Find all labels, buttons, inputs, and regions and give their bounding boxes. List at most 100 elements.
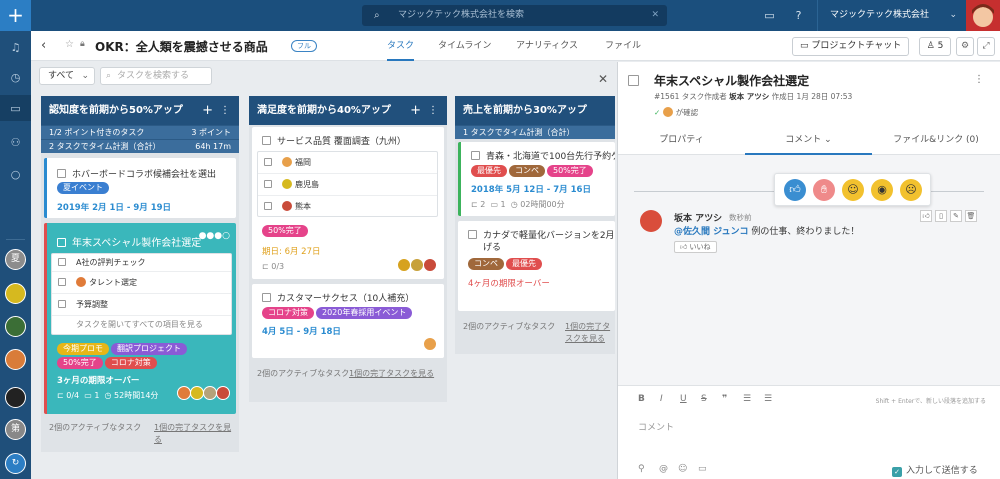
checklist-item[interactable]: 福岡 — [258, 152, 437, 174]
help-icon[interactable]: ? — [791, 8, 806, 23]
like-button[interactable]: 👍︎ いいね — [674, 241, 717, 253]
tab-properties[interactable]: プロパティ — [618, 127, 745, 155]
clap-icon[interactable]: ✋︎ — [813, 179, 835, 201]
plus-icon[interactable]: + — [0, 0, 31, 31]
tab-comments[interactable]: コメント ⌄ — [745, 127, 872, 155]
tab-files-links[interactable]: ファイル&リンク (0) — [872, 127, 1000, 155]
tag[interactable]: コロナ対策 — [104, 357, 157, 369]
checklist-checkbox[interactable] — [264, 202, 272, 210]
sidebar-avatar-natsu[interactable]: 夏 — [5, 249, 26, 270]
folder-icon[interactable]: ▭ — [7, 100, 24, 117]
emoji-icon[interactable]: ☺ — [678, 464, 687, 474]
sidebar-avatar-dai[interactable]: 第 — [5, 419, 26, 440]
tag[interactable]: 夏イベント — [57, 182, 109, 194]
tag[interactable]: コンペ — [509, 165, 545, 177]
tag[interactable]: 翻訳プロジェクト — [111, 343, 187, 355]
more-icon[interactable]: ⋮ — [220, 96, 230, 125]
laugh-icon[interactable]: ☺ — [842, 179, 864, 201]
tag[interactable]: 50%完了 — [57, 357, 103, 369]
tab-files[interactable]: ファイル — [605, 31, 641, 61]
assignee-avatar[interactable] — [177, 386, 191, 400]
enter-to-send-toggle[interactable]: ✓ 入力して送信する — [892, 463, 978, 477]
tag[interactable]: コンペ — [468, 258, 504, 270]
task-search-input[interactable]: ⌕ タスクを検索する — [100, 67, 212, 85]
members-button[interactable]: ♙ 5 — [919, 37, 951, 56]
gif-icon[interactable]: ▭ — [698, 464, 707, 474]
task-card-selected[interactable]: 年末スペシャル製作会社選定 ●●●○ A社の評判チェック タレント選定 予算調整… — [44, 223, 236, 414]
add-task-icon[interactable]: + — [202, 96, 213, 125]
bookmark-icon[interactable]: ▯ — [935, 210, 947, 222]
task-card[interactable]: サービス品質 覆面調査（九州） 福岡 鹿児島 熊本 50%完了 期日: 6月 2… — [252, 127, 444, 279]
edit-icon[interactable]: ✎ — [950, 210, 962, 222]
bullet-list-icon[interactable]: ☰ — [764, 394, 772, 404]
sad-icon[interactable]: ☹ — [900, 179, 922, 201]
star-icon[interactable]: ☆ — [65, 39, 74, 50]
task-checkbox[interactable] — [468, 230, 477, 239]
bell-icon[interactable]: ♫ — [7, 39, 24, 56]
checklist-item[interactable]: 予算調整 — [52, 294, 231, 316]
task-checkbox[interactable] — [262, 136, 271, 145]
mention-icon[interactable]: @ — [659, 464, 668, 474]
thumbs-up-icon[interactable]: 👍︎ — [784, 179, 806, 201]
close-panel-icon[interactable]: ✕ — [598, 72, 612, 86]
global-search-input[interactable]: ⌕ マジックテック株式会社を検索 ✕ — [362, 5, 667, 26]
tag[interactable]: 50%完了 — [262, 225, 308, 237]
tab-timeline[interactable]: タイムライン — [438, 31, 491, 61]
react-icon[interactable]: 👍︎ — [920, 210, 932, 222]
checklist-checkbox[interactable] — [58, 278, 66, 286]
project-chat-button[interactable]: ▭ プロジェクトチャット — [792, 37, 910, 56]
surprised-icon[interactable]: ◉ — [871, 179, 893, 201]
clock-icon[interactable]: ◷ — [7, 69, 24, 86]
tag[interactable]: コロナ対策 — [262, 307, 314, 319]
clear-search-icon[interactable]: ✕ — [651, 5, 659, 26]
assignee-avatar[interactable] — [423, 258, 437, 272]
bold-icon[interactable]: B — [638, 394, 645, 404]
sidebar-avatar-user2[interactable] — [5, 316, 26, 337]
tag[interactable]: 2020年春採用イベント — [316, 307, 413, 319]
pin-icon[interactable]: ⤢ — [977, 37, 995, 56]
task-checkbox[interactable] — [57, 238, 66, 247]
sidebar-avatar-user3[interactable] — [5, 349, 26, 370]
task-complete-checkbox[interactable] — [628, 75, 639, 86]
task-checkbox[interactable] — [262, 293, 271, 302]
task-checkbox[interactable] — [471, 151, 480, 160]
assignee-avatar[interactable] — [216, 386, 230, 400]
sidebar-avatar-user4[interactable] — [5, 387, 26, 408]
tab-analytics[interactable]: アナリティクス — [516, 31, 578, 61]
more-icon[interactable]: ⋮ — [428, 96, 438, 125]
checklist-item[interactable]: 熊本 — [258, 196, 437, 218]
more-icon[interactable]: ⋮ — [974, 74, 984, 85]
tag[interactable]: 50%完了 — [547, 165, 593, 177]
tag[interactable]: 最優先 — [471, 165, 507, 177]
attachment-icon[interactable]: ⚲ — [638, 464, 645, 474]
comment-mention[interactable]: @佐久間 ジュンコ — [674, 227, 749, 237]
completed-tasks-link[interactable]: 1個の完了タスクを見る — [565, 321, 615, 345]
underline-icon[interactable]: U — [680, 394, 687, 404]
assignee-avatar[interactable] — [410, 258, 424, 272]
tab-tasks[interactable]: タスク — [387, 31, 415, 61]
project-access-badge[interactable]: フル — [291, 40, 317, 52]
checklist-item[interactable]: 鹿児島 — [258, 174, 437, 196]
checklist-item[interactable]: A社の評判チェック — [52, 254, 231, 272]
checklist-checkbox[interactable] — [58, 258, 66, 266]
task-filter-select[interactable]: すべて ⌄ — [39, 67, 95, 85]
checklist-checkbox[interactable] — [264, 180, 272, 188]
tag[interactable]: 最優先 — [506, 258, 542, 270]
team-icon[interactable]: ⚇ — [7, 134, 24, 151]
trash-icon[interactable]: 🗑︎ — [965, 210, 977, 222]
task-card[interactable]: カナダで軽量化バージョンを2月に げる コンペ 最優先 4ヶ月の期限オーバー — [458, 221, 615, 311]
add-task-icon[interactable]: + — [410, 96, 421, 125]
numbered-list-icon[interactable]: ☰ — [743, 394, 751, 404]
gear-icon[interactable]: ⚙ — [956, 37, 974, 56]
assignee-avatar[interactable] — [397, 258, 411, 272]
task-card[interactable]: ホバーボードコラボ候補会社を選出 夏イベント 2019年 2月 1日 - 9月 … — [44, 158, 236, 218]
sidebar-avatar-user1[interactable] — [5, 283, 26, 304]
sidebar-help-icon[interactable]: ↻ — [5, 453, 26, 474]
checklist-checkbox[interactable] — [264, 158, 272, 166]
checklist-checkbox[interactable] — [58, 300, 66, 308]
assignee-avatar[interactable] — [203, 386, 217, 400]
task-card[interactable]: カスタマーサクセス（10人補充） コロナ対策 2020年春採用イベント 4月 5日… — [252, 284, 444, 358]
back-arrow-icon[interactable]: ‹ — [41, 38, 46, 53]
checklist-item[interactable]: タレント選定 — [52, 272, 231, 294]
completed-tasks-link[interactable]: 1個の完了タスクを見る — [154, 422, 239, 446]
